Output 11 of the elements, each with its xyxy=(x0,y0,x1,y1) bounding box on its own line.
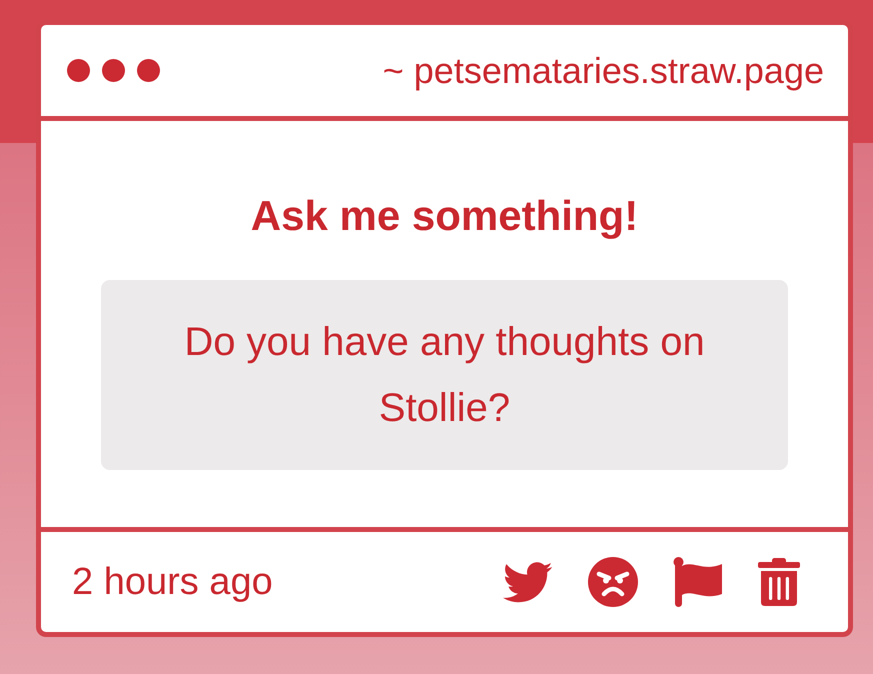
dot-icon xyxy=(137,59,160,82)
trash-icon[interactable] xyxy=(758,558,800,606)
question-card: Do you have any thoughts on Stollie? xyxy=(101,280,788,470)
bird-icon[interactable] xyxy=(501,560,553,604)
angry-face-icon[interactable] xyxy=(588,557,638,607)
prompt-title: Ask me something! xyxy=(250,191,640,241)
dot-icon xyxy=(67,59,90,82)
timestamp: 2 hours ago xyxy=(72,560,273,605)
flag-icon[interactable] xyxy=(673,557,723,607)
site-address: ~ petsemataries.straw.page xyxy=(382,48,824,92)
dot-icon xyxy=(102,59,125,82)
